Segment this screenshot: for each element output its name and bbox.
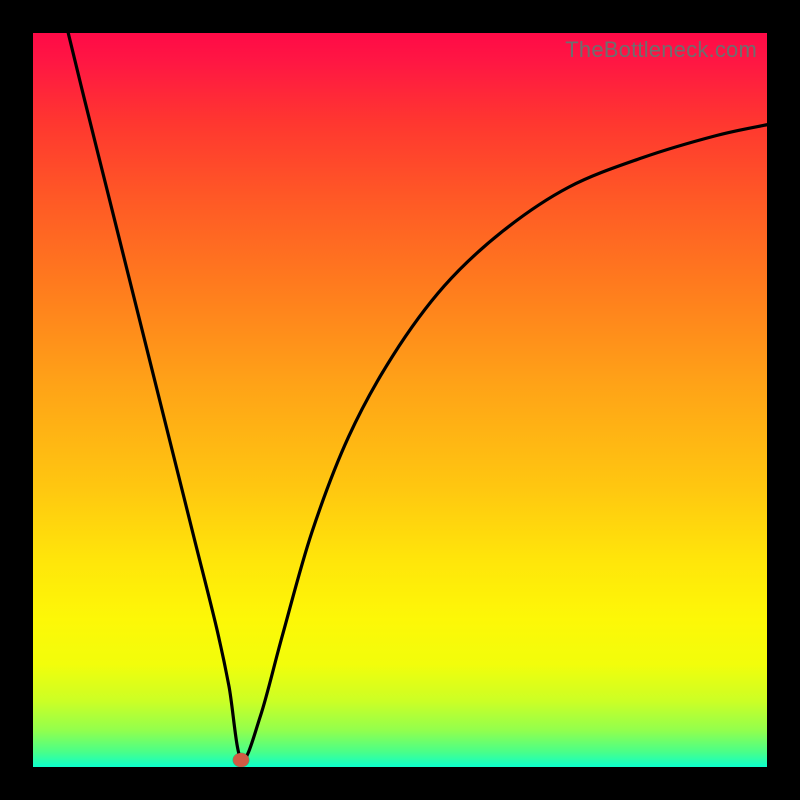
- plot-area: TheBottleneck.com: [33, 33, 767, 767]
- minimum-dot: [233, 753, 249, 767]
- curve-path: [68, 33, 767, 760]
- bottleneck-curve: [33, 33, 767, 767]
- chart-frame: TheBottleneck.com: [0, 0, 800, 800]
